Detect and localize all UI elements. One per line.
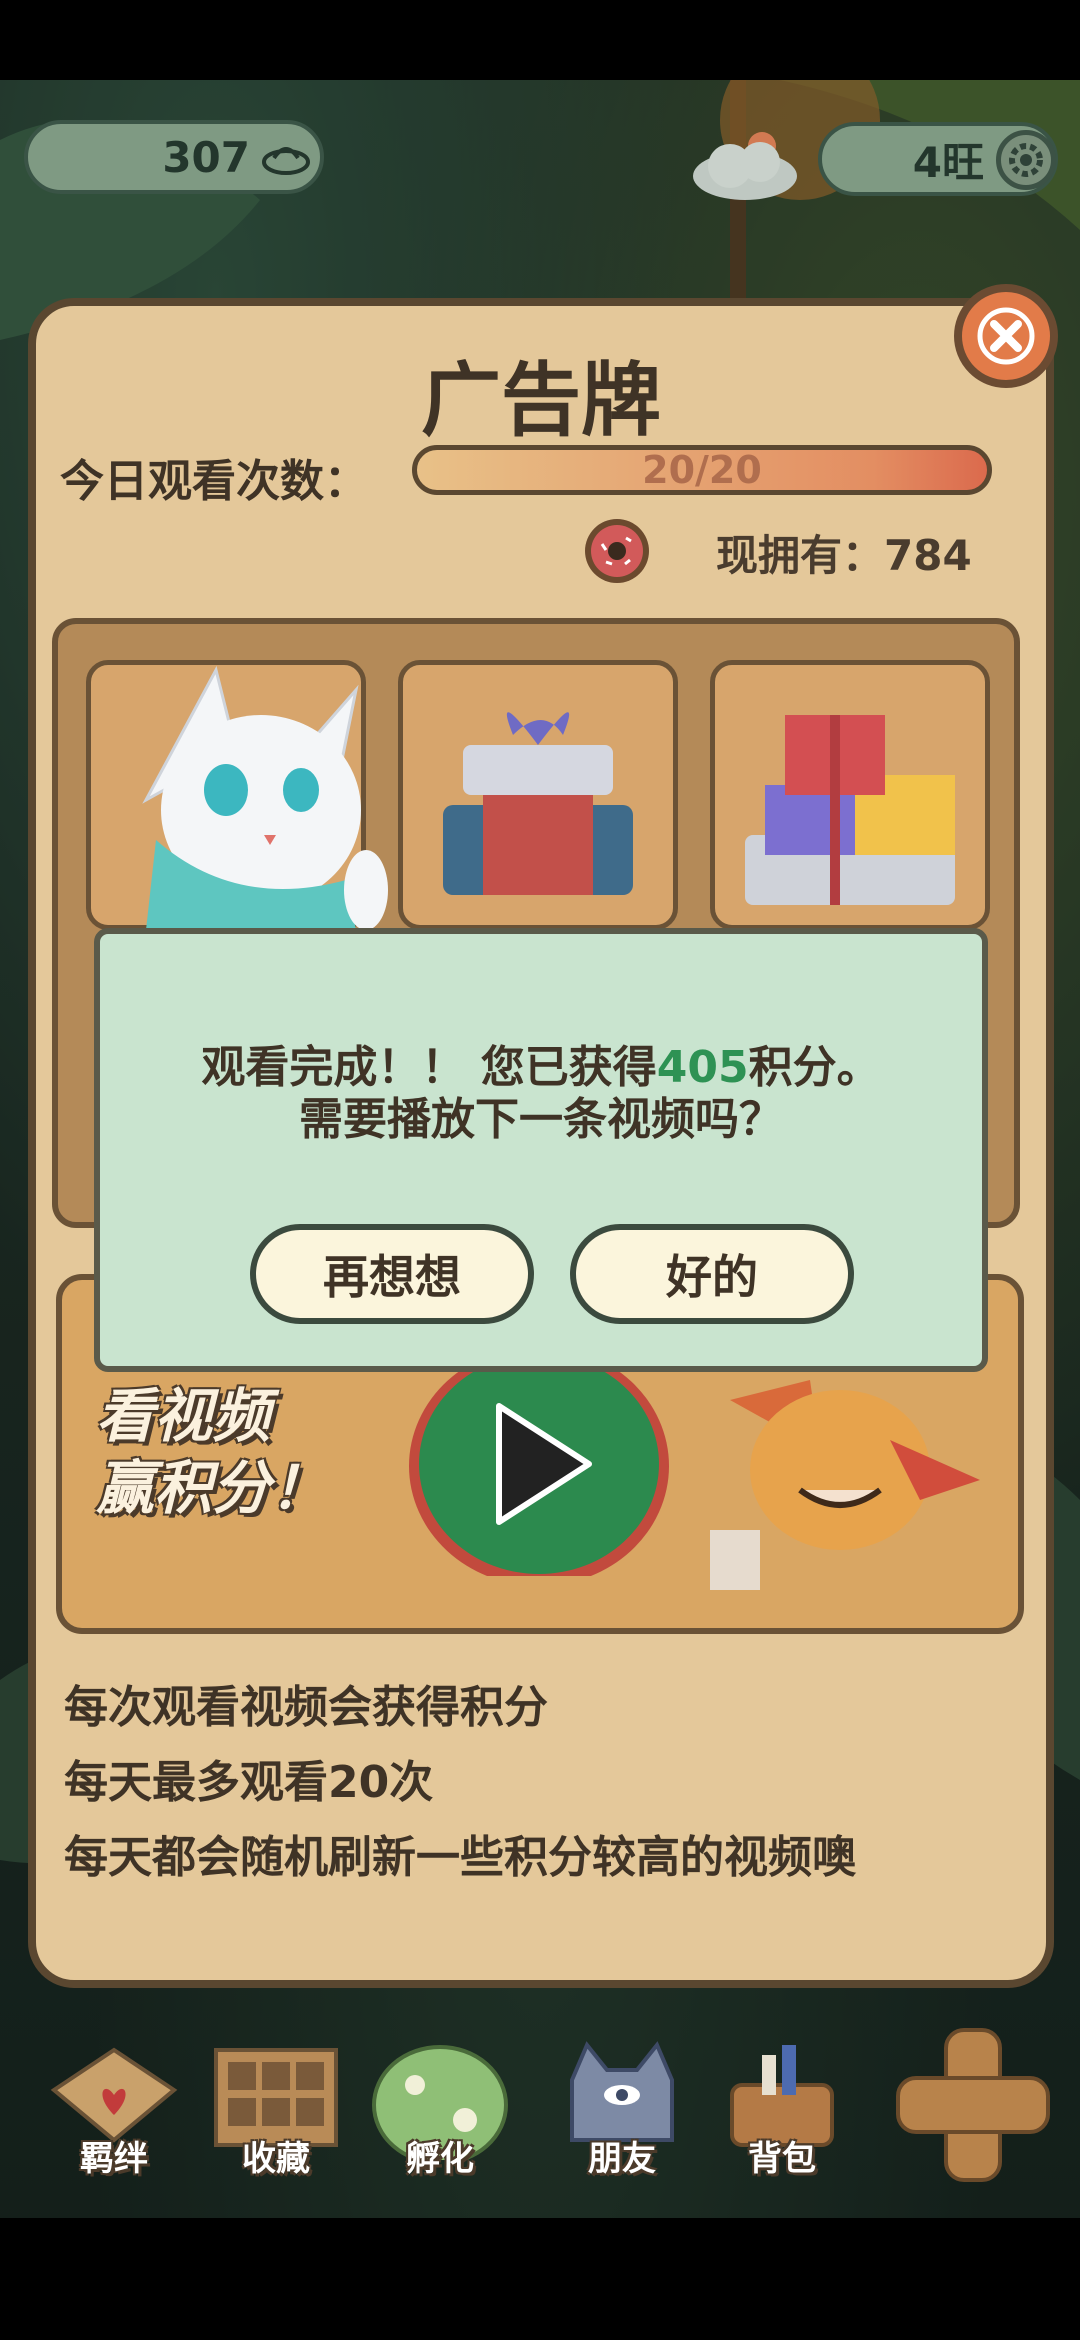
settings-gear-icon[interactable] — [996, 130, 1056, 190]
rule-line: 每天都会随机刷新一些积分较高的视频噢 — [64, 1832, 856, 1883]
reward-card-large[interactable] — [710, 660, 990, 930]
ingot-icon — [262, 147, 310, 175]
watch-count-label: 今日观看次数： — [60, 456, 368, 507]
cancel-button[interactable]: 再想想 — [250, 1224, 534, 1324]
nav-friends-label: 朋友 — [588, 2139, 656, 2179]
nav-friends[interactable]: 朋友 — [552, 2040, 692, 2180]
nav-collection[interactable]: 收藏 — [206, 2040, 346, 2180]
watch-video-text: 看视频 赢积分！ — [96, 1380, 328, 1524]
weather-cloud-icon — [693, 132, 797, 200]
rule-line: 每天最多观看20次 — [64, 1757, 434, 1808]
nav-collection-label: 收藏 — [242, 2139, 310, 2179]
nav-bond[interactable]: 羁绊 — [44, 2040, 184, 2180]
dialog-message-suffix: 积分。 — [748, 1042, 881, 1093]
coin-count: 307 — [162, 132, 250, 182]
dialog-question: 需要播放下一条视频吗？ — [299, 1094, 783, 1145]
video-text-line2: 赢积分！ — [96, 1454, 329, 1522]
play-video-icon[interactable] — [404, 1346, 674, 1576]
nav-hatch[interactable]: 孵化 — [370, 2040, 510, 2180]
coin-counter: 307 — [24, 120, 324, 194]
currency-count: 4旺 — [912, 137, 984, 187]
nav-hatch-label: 孵化 — [406, 2139, 474, 2179]
close-button[interactable] — [954, 284, 1058, 388]
panel-title: 广告牌 — [421, 354, 661, 447]
watch-progress-text: 20/20 — [642, 448, 762, 492]
nav-bond-label: 羁绊 — [80, 2139, 148, 2179]
nav-backpack[interactable]: 背包 — [712, 2040, 852, 2180]
gift-box-icon — [443, 712, 633, 895]
gift-stack-icon — [745, 715, 955, 905]
rules-text: 每次观看视频会获得积分 每天最多观看20次 每天都会随机刷新一些积分较高的视频噢 — [64, 1670, 856, 1895]
reward-card-medium[interactable] — [398, 660, 678, 930]
dialog-points-value: 405 — [656, 1042, 749, 1093]
system-nav-bar — [0, 2218, 1080, 2340]
ok-button[interactable]: 好的 — [570, 1224, 854, 1324]
close-icon — [977, 307, 1035, 365]
donut-icon — [585, 519, 649, 583]
owned-count: 现拥有：784 — [716, 531, 972, 580]
video-text-line1: 看视频 — [96, 1382, 271, 1450]
white-cat-mascot — [142, 665, 388, 930]
nav-backpack-label: 背包 — [748, 2139, 816, 2179]
plus-action-icon[interactable] — [888, 2020, 1058, 2190]
dialog-message: 观看完成！！ 您已获得405积分。 需要播放下一条视频吗？ — [100, 1042, 982, 1146]
dialog-message-prefix: 观看完成！！ 您已获得 — [201, 1042, 657, 1093]
watch-progress-bar: 20/20 — [412, 445, 992, 495]
reward-dialog: 观看完成！！ 您已获得405积分。 需要播放下一条视频吗？ 再想想 好的 — [94, 928, 988, 1372]
rule-line: 每次观看视频会获得积分 — [64, 1682, 548, 1733]
dog-mascot — [710, 1380, 980, 1590]
